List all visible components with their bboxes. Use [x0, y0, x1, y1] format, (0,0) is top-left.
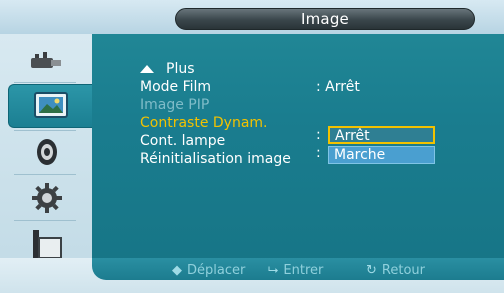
title-bar: Image [0, 0, 504, 34]
up-down-arrows-icon: ◆ [172, 263, 182, 278]
input-source-icon [31, 52, 61, 68]
rail-divider [14, 220, 76, 221]
nav-back-label: Retour [381, 263, 425, 278]
lamp-control-colon: : [316, 145, 321, 161]
osd-window: Image Plus Mode Film: Arrêt Image PIP C… [0, 0, 504, 293]
rail-item-input[interactable] [12, 42, 82, 82]
dropdown-option-on[interactable]: Marche [328, 146, 435, 164]
menu-item-label: Image PIP [140, 97, 210, 113]
dynamic-contrast-colon: : [316, 127, 321, 143]
rail-item-settings[interactable] [12, 178, 82, 218]
rail-divider [14, 130, 76, 131]
more-label: Plus [166, 61, 195, 77]
nav-back: ↻ Retour [366, 263, 425, 278]
nav-enter-label: Entrer [283, 263, 324, 278]
rail-divider [14, 174, 76, 175]
nav-move-label: Déplacer [187, 263, 246, 278]
category-rail [0, 34, 92, 274]
sound-icon [37, 139, 57, 165]
menu-item-value: : Arrêt [316, 79, 360, 95]
menu-item-label: Réinitialisation image [140, 151, 291, 167]
enter-icon: ⮡ [268, 263, 279, 278]
nav-move: ◆ Déplacer [172, 263, 245, 278]
page-title: Image [301, 10, 349, 28]
menu-item-film-mode[interactable]: Mode Film : Arrêt [140, 78, 480, 96]
rail-divider [14, 82, 76, 83]
picture-icon [33, 92, 68, 118]
rail-item-sound[interactable] [12, 132, 82, 172]
up-arrow-icon [140, 65, 154, 73]
menu-item-image-pip: Image PIP [140, 96, 480, 114]
more-row[interactable]: Plus [140, 60, 480, 78]
dropdown-option-off[interactable]: Arrêt [328, 126, 435, 144]
title-pill: Image [175, 8, 475, 30]
settings-gear-icon [32, 183, 62, 213]
menu-item-label: Cont. lampe [140, 133, 226, 149]
menu-item-label: Mode Film [140, 79, 212, 95]
nav-enter: ⮡ Entrer [268, 263, 323, 278]
menu-item-label: Contraste Dynam. [140, 115, 268, 131]
rail-item-picture[interactable] [8, 84, 92, 128]
return-icon: ↻ [366, 263, 377, 278]
